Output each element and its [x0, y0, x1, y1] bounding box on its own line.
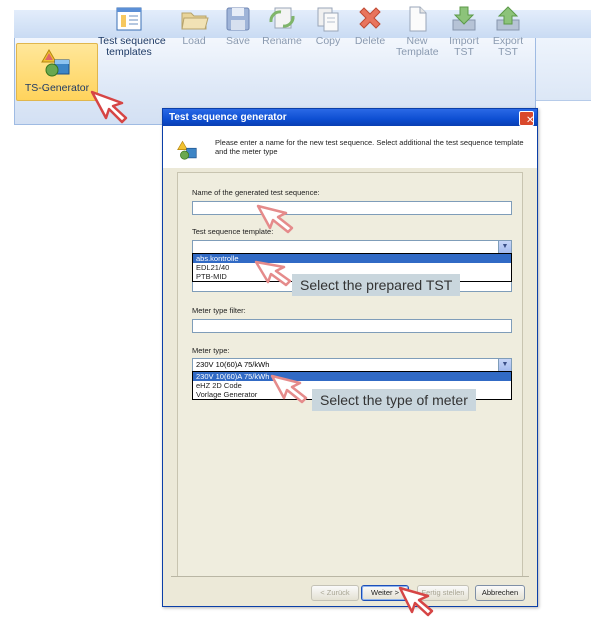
dialog-titlebar[interactable]: Test sequence generator ✕: [163, 109, 537, 126]
chevron-down-icon[interactable]: ▼: [498, 241, 511, 253]
ts-generator-icon: [177, 140, 197, 160]
test-sequence-generator-dialog: Test sequence generator ✕ Please enter a…: [162, 108, 538, 607]
ribbon-button-label: templates: [106, 46, 152, 58]
export-tst-button[interactable]: Export TST: [488, 4, 528, 60]
copy-button[interactable]: Copy: [312, 4, 344, 60]
pointer-cursor-icon: [90, 90, 128, 124]
name-input[interactable]: [192, 201, 512, 215]
button-separator: [171, 576, 529, 577]
template-select[interactable]: ▼: [192, 240, 512, 254]
save-button[interactable]: Save: [222, 4, 254, 60]
delete-x-icon: [359, 7, 381, 29]
cancel-button[interactable]: Abbrechen: [475, 585, 525, 601]
copy-icon: [317, 7, 339, 32]
pointer-cursor-icon: [256, 204, 294, 234]
meter-type-label: Meter type:: [192, 346, 230, 355]
ts-generator-button[interactable]: TS-Generator: [16, 43, 98, 101]
pointer-cursor-icon: [254, 260, 292, 287]
meter-type-option[interactable]: 230V 10(60)A 75/kWh: [193, 372, 511, 381]
meter-type-select[interactable]: 230V 10(60)A 75/kWh ▼: [192, 358, 512, 372]
name-label: Name of the generated test sequence:: [192, 188, 320, 197]
ribbon-button-label: Rename: [262, 35, 302, 47]
test-sequence-templates-button[interactable]: Test sequence templates: [98, 4, 166, 60]
callout-select-meter: Select the type of meter: [312, 389, 476, 411]
dialog-instructions: Please enter a name for the new test seq…: [215, 138, 524, 156]
ribbon-button-label: Save: [226, 35, 250, 47]
ribbon-extension: [534, 38, 591, 101]
ribbon-button-label: TST: [454, 46, 474, 58]
floppy-disk-icon: [226, 7, 250, 31]
dialog-title: Test sequence generator: [169, 112, 287, 123]
folder-icon: [181, 12, 209, 30]
template-option[interactable]: abs.kontrolle: [193, 254, 511, 263]
pointer-cursor-icon: [398, 586, 434, 617]
ts-generator-icon: [41, 49, 70, 77]
pointer-cursor-icon: [270, 374, 308, 404]
rename-button[interactable]: Rename: [258, 4, 306, 60]
ribbon-button-label: Copy: [315, 35, 341, 47]
template-option[interactable]: EDL21/40: [193, 263, 511, 272]
form-panel: Name of the generated test sequence: Tes…: [177, 172, 523, 577]
export-arrow-icon: [496, 6, 520, 31]
back-button[interactable]: < Zurück: [311, 585, 359, 601]
meter-filter-input[interactable]: [192, 319, 512, 333]
ts-generator-label: TS-Generator: [24, 82, 90, 94]
ribbon-button-label: Delete: [354, 35, 386, 47]
template-window-icon: [116, 7, 142, 31]
meter-type-selected-value: 230V 10(60)A 75/kWh: [196, 360, 270, 369]
delete-button[interactable]: Delete: [352, 4, 388, 60]
import-tst-button[interactable]: Import TST: [444, 4, 484, 60]
dialog-header: Please enter a name for the new test seq…: [163, 126, 537, 168]
ribbon-button-label: Load: [182, 35, 206, 47]
new-template-button[interactable]: New Template: [396, 4, 439, 60]
ribbon-button-label: Template: [396, 46, 439, 58]
new-document-icon: [409, 6, 427, 32]
load-button[interactable]: Load: [178, 4, 210, 60]
ribbon-button-label: TST: [498, 46, 518, 58]
chevron-down-icon[interactable]: ▼: [498, 359, 511, 371]
import-arrow-icon: [452, 6, 476, 31]
close-button[interactable]: ✕: [519, 111, 534, 126]
rename-icon: [269, 7, 295, 29]
callout-select-tst: Select the prepared TST: [292, 274, 461, 296]
meter-filter-label: Meter type filter:: [192, 306, 246, 315]
